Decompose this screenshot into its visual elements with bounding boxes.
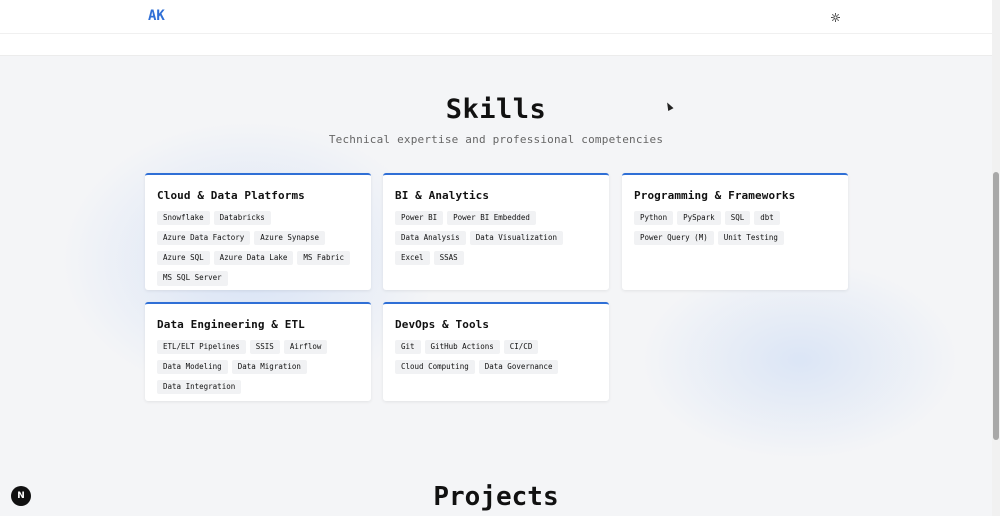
skill-tag: Data Modeling [157, 360, 228, 375]
navbar: AK [0, 0, 992, 56]
skill-tag: Excel [395, 251, 430, 266]
card-title: DevOps & Tools [395, 318, 490, 331]
background-glow [640, 260, 960, 460]
card-title: BI & Analytics [395, 189, 490, 202]
section-subtitle: Technical expertise and professional com… [328, 133, 664, 146]
skill-tag: PySpark [677, 211, 721, 226]
skill-tag: Power BI [395, 211, 444, 226]
skill-tag: Azure SQL [157, 251, 210, 266]
skill-tag: Data Visualization [469, 231, 563, 246]
skill-tag: SQL [724, 211, 751, 226]
tag-list: Snowflake Databricks Azure Data Factory … [157, 211, 359, 286]
skill-tag: Data Governance [478, 360, 559, 375]
tag-list: Python PySpark SQL dbt Power Query (M) U… [634, 211, 836, 246]
skill-card-programming-frameworks: Programming & Frameworks Python PySpark … [622, 173, 848, 290]
skill-card-cloud-data-platforms: Cloud & Data Platforms Snowflake Databri… [145, 173, 371, 290]
skill-tag: CI/CD [503, 340, 539, 355]
tag-list: Power BI Power BI Embedded Data Analysis… [395, 211, 597, 266]
skill-tag: MS Fabric [297, 251, 351, 266]
skill-tag: Data Analysis [395, 231, 466, 246]
skill-tag: Power Query (M) [634, 231, 714, 246]
theme-toggle-button[interactable] [828, 10, 842, 24]
skill-card-bi-analytics: BI & Analytics Power BI Power BI Embedde… [383, 173, 609, 290]
skill-tag: dbt [754, 211, 780, 226]
card-title: Data Engineering & ETL [157, 318, 305, 331]
skill-tag: ETL/ELT Pipelines [157, 340, 246, 355]
section-title-projects: Projects [433, 482, 559, 512]
skill-tag: Data Integration [157, 380, 242, 395]
skill-tag: SSIS [249, 340, 280, 355]
section-title-skills: Skills [445, 94, 547, 125]
sun-icon [830, 12, 840, 22]
skill-tag: Unit Testing [717, 231, 784, 246]
skill-tag: Snowflake [157, 211, 210, 226]
skill-card-data-engineering-etl: Data Engineering & ETL ETL/ELT Pipelines… [145, 302, 371, 401]
card-title: Cloud & Data Platforms [157, 189, 305, 202]
skill-tag: GitHub Actions [424, 340, 500, 355]
dev-tools-badge[interactable]: N [11, 486, 31, 506]
skill-tag: Data Migration [231, 360, 307, 375]
skill-tag: Cloud Computing [395, 360, 475, 375]
scrollbar-thumb[interactable] [993, 172, 999, 440]
skill-tag: Git [395, 340, 421, 355]
skill-tag: Azure Data Lake [213, 251, 294, 266]
skill-tag: SSAS [433, 251, 464, 266]
dev-badge-label: N [17, 491, 25, 501]
skill-tag: Azure Data Factory [157, 231, 251, 246]
skill-tag: Power BI Embedded [447, 211, 536, 226]
card-title: Programming & Frameworks [634, 189, 796, 202]
tag-list: ETL/ELT Pipelines SSIS Airflow Data Mode… [157, 340, 359, 395]
logo[interactable]: AK [148, 8, 165, 24]
skill-tag: MS SQL Server [157, 271, 228, 286]
skill-tag: Databricks [213, 211, 271, 226]
tag-list: Git GitHub Actions CI/CD Cloud Computing… [395, 340, 597, 375]
skill-card-devops-tools: DevOps & Tools Git GitHub Actions CI/CD … [383, 302, 609, 401]
skill-tag: Azure Synapse [254, 231, 325, 246]
skill-tag: Airflow [283, 340, 328, 355]
skill-tag: Python [634, 211, 674, 226]
navbar-divider [0, 33, 992, 34]
